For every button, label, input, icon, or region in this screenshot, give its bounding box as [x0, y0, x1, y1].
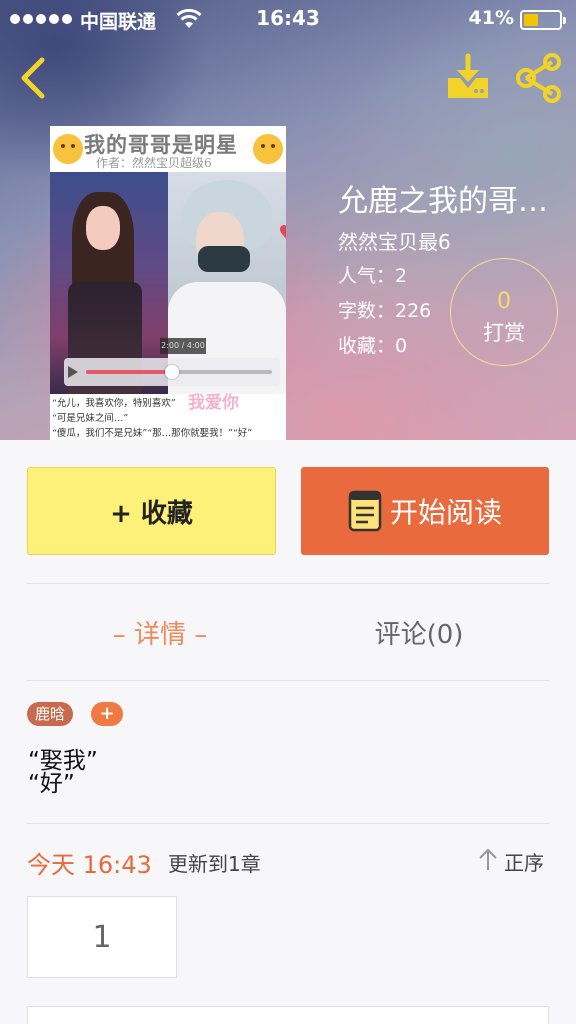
battery-level: [524, 14, 538, 26]
kiss-emoji-icon: [53, 134, 83, 164]
player-time: 2:00 / 4:00: [160, 338, 206, 354]
book-icon: [348, 490, 382, 532]
sort-order-button[interactable]: 正序: [504, 847, 544, 876]
book-title: 允鹿之我的哥…: [338, 184, 548, 219]
cover-audio-player: 2:00 / 4:00: [64, 338, 280, 386]
tab-comments[interactable]: 评论(0): [354, 614, 484, 651]
book-header: 中国联通 16:43 41% 我的哥哥是明星 作者：然然宝贝超级6 2:00 /…: [0, 0, 576, 440]
battery-icon: [520, 10, 566, 30]
play-icon: [68, 366, 78, 378]
download-icon[interactable]: [440, 52, 496, 104]
list-item: [27, 1006, 549, 1024]
favorites-stat: 收藏：0: [338, 335, 408, 357]
start-reading-label: 开始阅读: [389, 496, 502, 529]
cover-quote: “允儿，我喜欢你，特别喜欢” “可是兄妹之间…” “傻瓜，我们不是兄妹”“那…那…: [52, 398, 253, 439]
divider: [27, 680, 549, 681]
word-count-stat: 字数：226: [338, 300, 432, 322]
status-bar: 中国联通 16:43 41%: [0, 0, 576, 38]
chapter-item[interactable]: 1: [27, 896, 177, 978]
divider: [27, 823, 549, 824]
synopsis-line: “娶我”: [28, 748, 98, 774]
add-favorite-label: + 收藏: [110, 498, 193, 529]
add-favorite-button[interactable]: + 收藏: [27, 467, 276, 555]
add-tag-button[interactable]: +: [91, 702, 123, 726]
update-time: 今天 16:43: [27, 851, 152, 879]
popularity-stat: 人气：2: [338, 265, 408, 287]
arrow-up-icon[interactable]: [478, 847, 498, 871]
divider: [27, 583, 549, 584]
share-icon[interactable]: [512, 52, 568, 104]
tag-chip[interactable]: 鹿晗: [27, 702, 74, 726]
battery-percent: 41%: [468, 7, 514, 29]
reward-button[interactable]: 0 打赏: [450, 258, 558, 366]
cover-love-text: 我爱你: [188, 393, 239, 413]
reward-label: 打赏: [483, 321, 525, 345]
reward-count: 0: [497, 289, 511, 314]
blush-emoji-icon: [253, 134, 283, 164]
book-author[interactable]: 然然宝贝最6: [338, 226, 451, 255]
heart-icon: ♥: [278, 222, 286, 247]
cover-author: 作者：然然宝贝超级6: [96, 156, 212, 170]
book-cover[interactable]: 我的哥哥是明星 作者：然然宝贝超级6 ♥ 2:00 / 4:00 “允儿，我喜欢…: [50, 126, 286, 440]
back-chevron-icon[interactable]: [12, 52, 56, 104]
synopsis: “娶我” “好”: [28, 750, 548, 796]
update-text: 更新到1章: [168, 852, 261, 876]
start-reading-button[interactable]: 开始阅读: [301, 467, 549, 555]
tab-details[interactable]: – 详情 –: [98, 614, 222, 651]
synopsis-line: “好”: [28, 771, 75, 797]
